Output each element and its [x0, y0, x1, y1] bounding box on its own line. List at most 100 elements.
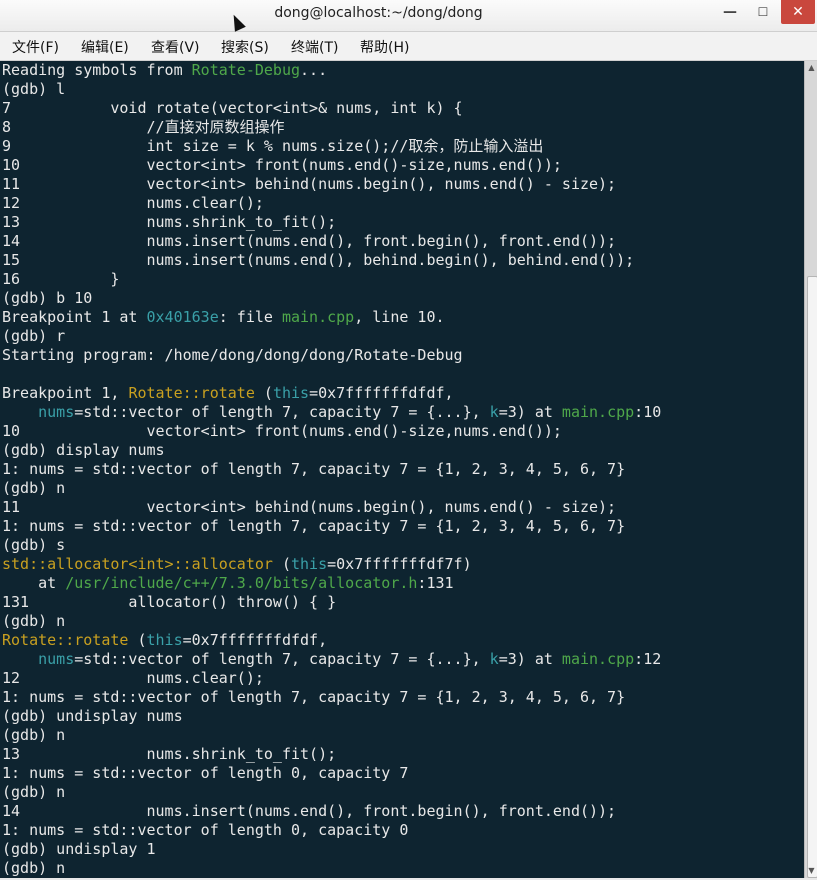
scroll-up-arrow-icon[interactable]: ▲ — [805, 61, 817, 75]
terminal-line: (gdb) undisplay 1 — [0, 840, 804, 859]
terminal-line: 12 nums.clear(); — [0, 194, 804, 213]
terminal-text-segment: main.cpp — [561, 650, 635, 668]
menu-terminal[interactable]: 终端(T) — [291, 37, 338, 57]
terminal-line: 10 vector<int> front(nums.end()-size,num… — [0, 156, 804, 175]
terminal-text-segment: nums — [38, 650, 75, 668]
terminal-text-segment: k — [489, 650, 499, 668]
terminal-text-segment: 15 nums.insert(nums.end(), behind.begin(… — [2, 251, 635, 269]
terminal-line: 15 nums.insert(nums.end(), behind.begin(… — [0, 251, 804, 270]
terminal-line: 1: nums = std::vector of length 7, capac… — [0, 460, 804, 479]
terminal-line: (gdb) n — [0, 783, 804, 802]
menu-file[interactable]: 文件(F) — [12, 37, 59, 57]
terminal-text-segment: ( — [272, 555, 291, 573]
terminal-text-segment: main.cpp — [561, 403, 635, 421]
terminal-line: 10 vector<int> front(nums.end()-size,num… — [0, 422, 804, 441]
terminal-line: 1: nums = std::vector of length 7, capac… — [0, 517, 804, 536]
terminal-text-segment: 10 vector<int> front(nums.end()-size,num… — [2, 156, 562, 174]
terminal-text-segment: (gdb) n — [2, 859, 66, 877]
terminal-text-segment: 14 nums.insert(nums.end(), front.begin()… — [2, 802, 617, 820]
terminal-text-segment: (gdb) n — [2, 783, 66, 801]
menu-search[interactable]: 搜索(S) — [221, 37, 269, 57]
terminal-line: 16 } — [0, 270, 804, 289]
terminal-line: (gdb) n — [0, 479, 804, 498]
scrollbar-thumb[interactable] — [807, 276, 817, 878]
close-icon[interactable]: ✕ — [781, 0, 815, 24]
terminal-text-segment: (gdb) n — [2, 479, 66, 497]
terminal-text-segment: 8 //直接对原数组操作 — [2, 118, 285, 136]
terminal-text-segment: Breakpoint 1 at — [2, 308, 147, 326]
terminal-text-segment: 0x40163e — [146, 308, 219, 326]
terminal-line: (gdb) n — [0, 726, 804, 745]
terminal-text-segment: =std::vector of length 7, capacity 7 = {… — [74, 403, 490, 421]
terminal-text-segment: Rotate::rotate — [128, 384, 255, 402]
terminal-text-segment: (gdb) n — [2, 612, 66, 630]
menu-bar: 文件(F) 编辑(E) 查看(V) 搜索(S) 终端(T) 帮助(H) — [0, 32, 817, 61]
terminal-text-segment: (gdb) undisplay 1 — [2, 840, 156, 858]
terminal-text-segment: 10 vector<int> front(nums.end()-size,num… — [2, 422, 562, 440]
terminal-line: 9 int size = k % nums.size();//取余，防止输入溢出 — [0, 137, 804, 156]
terminal-text-segment: at — [2, 574, 66, 592]
terminal-text-segment: 12 nums.clear(); — [2, 194, 264, 212]
terminal-text-segment: 7 void rotate(vector<int>& nums, int k) … — [2, 99, 463, 117]
terminal-line: Reading symbols from Rotate-Debug... — [0, 61, 804, 80]
terminal-text-segment: this — [291, 555, 328, 573]
terminal-text-segment: =3) at — [498, 650, 562, 668]
terminal-text-segment: Rotate::rotate — [2, 631, 129, 649]
terminal-line: Rotate::rotate (this=0x7fffffffdfdf, — [0, 631, 804, 650]
terminal-text-segment: (gdb) n — [2, 726, 66, 744]
terminal-text-segment: /usr/include/c++/7.3.0/bits/allocator.h — [65, 574, 418, 592]
terminal-text-segment: (gdb) undisplay nums — [2, 707, 183, 725]
terminal-text-segment: (gdb) b 10 — [2, 289, 93, 307]
terminal-output[interactable]: Reading symbols from Rotate-Debug... (gdb… — [0, 61, 804, 878]
terminal-text-segment: : file — [218, 308, 282, 326]
terminal-text-segment: Rotate-Debug — [191, 61, 301, 79]
terminal-line: 13 nums.shrink_to_fit(); — [0, 745, 804, 764]
terminal-line: (gdb) n — [0, 612, 804, 631]
terminal-text-segment: 13 nums.shrink_to_fit(); — [2, 213, 337, 231]
terminal-text-segment: (gdb) l — [2, 80, 66, 98]
minimize-icon[interactable]: — — [715, 0, 745, 24]
terminal-line: 13 nums.shrink_to_fit(); — [0, 213, 804, 232]
terminal-text-segment: Reading symbols from — [2, 61, 192, 79]
terminal-line: nums=std::vector of length 7, capacity 7… — [0, 650, 804, 669]
terminal-line: (gdb) display nums — [0, 441, 804, 460]
terminal-text-segment: =std::vector of length 7, capacity 7 = {… — [74, 650, 490, 668]
scroll-down-arrow-icon[interactable]: ▼ — [805, 864, 817, 878]
terminal-line: 7 void rotate(vector<int>& nums, int k) … — [0, 99, 804, 118]
terminal-text-segment: ... — [300, 61, 328, 79]
terminal-text-segment: main.cpp — [281, 308, 355, 326]
terminal-line: (gdb) r — [0, 327, 804, 346]
terminal-text-segment: 1: nums = std::vector of length 7, capac… — [2, 517, 626, 535]
terminal-line: (gdb) undisplay nums — [0, 707, 804, 726]
terminal-line: at /usr/include/c++/7.3.0/bits/allocator… — [0, 574, 804, 593]
terminal-text-segment: ( — [254, 384, 273, 402]
menu-edit[interactable]: 编辑(E) — [81, 37, 129, 57]
terminal-line: 1: nums = std::vector of length 0, capac… — [0, 821, 804, 840]
terminal-text-segment: (gdb) r — [2, 327, 66, 345]
terminal-text-segment: 14 nums.insert(nums.end(), front.begin()… — [2, 232, 617, 250]
terminal-line: 1: nums = std::vector of length 0, capac… — [0, 764, 804, 783]
terminal-text-segment: 9 int size = k % nums.size();//取余，防止输入溢出 — [2, 137, 544, 155]
terminal-text-segment: (gdb) s — [2, 536, 66, 554]
terminal-text-segment: (gdb) display nums — [2, 441, 165, 459]
terminal-text-segment: 1: nums = std::vector of length 7, capac… — [2, 688, 626, 706]
maximize-icon[interactable]: ☐ — [748, 0, 778, 24]
terminal-text-segment: Starting program: /home/dong/dong/dong/R… — [2, 346, 463, 364]
vertical-scrollbar[interactable]: ▲ ▼ — [804, 61, 817, 878]
menu-view[interactable]: 查看(V) — [151, 37, 200, 57]
terminal-text-segment: =3) at — [498, 403, 562, 421]
terminal-line: 14 nums.insert(nums.end(), front.begin()… — [0, 232, 804, 251]
terminal-text-segment: :12 — [634, 650, 662, 668]
terminal-text-segment: this — [272, 384, 310, 402]
terminal-line: nums=std::vector of length 7, capacity 7… — [0, 403, 804, 422]
menu-help[interactable]: 帮助(H) — [360, 37, 409, 57]
terminal-text-segment: ( — [128, 631, 147, 649]
terminal-line: Breakpoint 1 at 0x40163e: file main.cpp,… — [0, 308, 804, 327]
terminal-text-segment: =0x7fffffffdfdf, — [182, 631, 328, 649]
terminal-text-segment: =0x7fffffffdfdf, — [309, 384, 454, 402]
terminal-line: Starting program: /home/dong/dong/dong/R… — [0, 346, 804, 365]
terminal-text-segment: std::allocator<int>::allocator — [2, 555, 273, 573]
terminal-line: (gdb) b 10 — [0, 289, 804, 308]
terminal-text-segment: 12 nums.clear(); — [2, 669, 264, 687]
